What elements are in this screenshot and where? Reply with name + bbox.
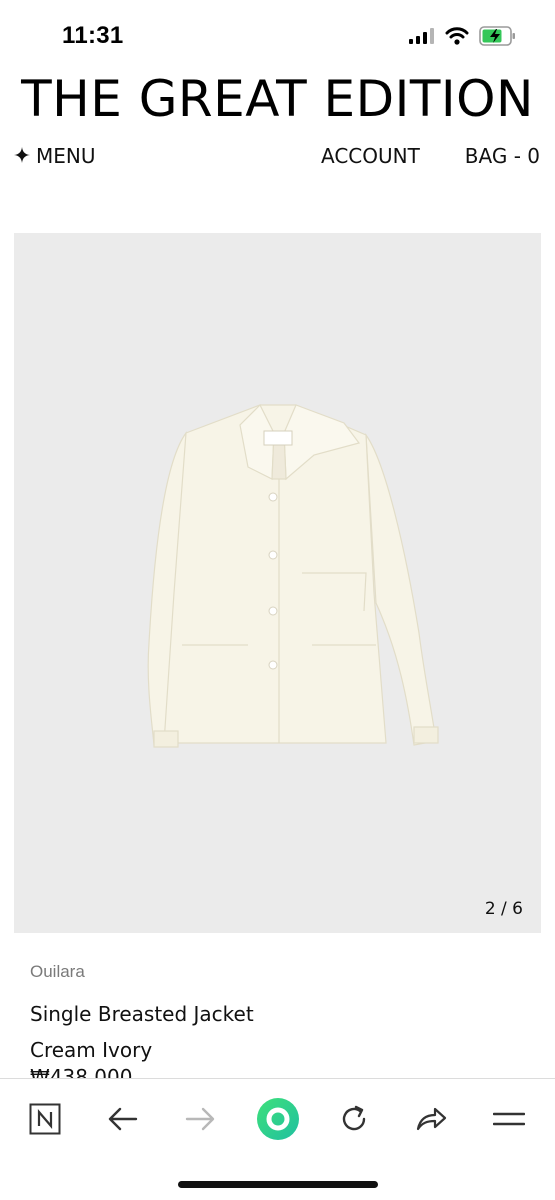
account-link[interactable]: ACCOUNT [321, 144, 420, 168]
top-nav: MENU ACCOUNT BAG - 0 [0, 144, 555, 176]
product-info: Ouilara Single Breasted Jacket Cream Ivo… [30, 962, 530, 1068]
status-icons [409, 26, 517, 51]
reload-icon[interactable] [332, 1097, 376, 1141]
image-counter: 2 / 6 [484, 899, 523, 919]
battery-charging-icon [479, 26, 517, 51]
product-color: Cream Ivory [30, 1038, 153, 1062]
green-dot-icon[interactable] [255, 1096, 301, 1142]
status-bar: 11:31 [0, 0, 555, 70]
product-price: ₩438,000 [30, 1065, 133, 1078]
brand-logo[interactable]: THE GREAT EDITION [0, 70, 555, 128]
status-time: 11:31 [62, 22, 124, 49]
wifi-icon [445, 27, 469, 50]
product-brand[interactable]: Ouilara [30, 962, 530, 982]
hamburger-menu-icon[interactable] [487, 1097, 531, 1141]
signal-icon [409, 28, 435, 49]
sparkle-star-icon [14, 144, 30, 168]
back-arrow-icon[interactable] [101, 1097, 145, 1141]
product-image [147, 403, 439, 748]
forward-arrow-icon[interactable] [178, 1097, 222, 1141]
bag-link[interactable]: BAG - 0 [465, 144, 540, 168]
price-container: ₩438,000 [30, 1064, 530, 1078]
menu-label: MENU [36, 144, 96, 168]
home-indicator [178, 1181, 378, 1188]
product-name: Single Breasted Jacket [30, 1002, 254, 1026]
product-gallery[interactable]: 2 / 6 [14, 233, 541, 933]
share-icon[interactable] [409, 1097, 453, 1141]
menu-button[interactable]: MENU [14, 144, 96, 168]
naver-n-icon[interactable] [23, 1097, 67, 1141]
